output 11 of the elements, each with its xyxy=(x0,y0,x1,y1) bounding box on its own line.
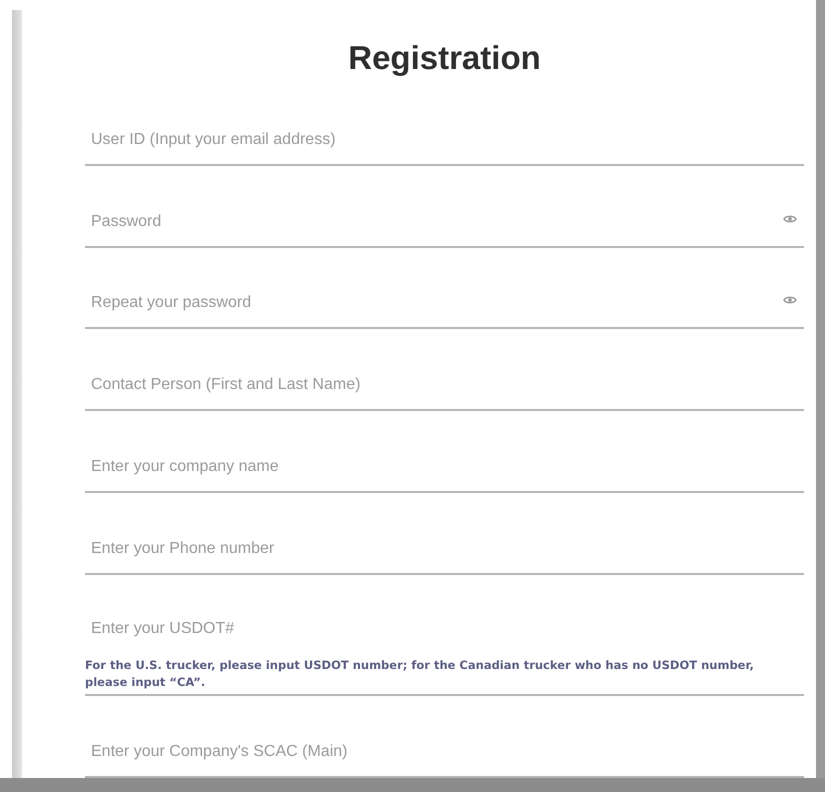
input-field[interactable]: Enter your Phone number xyxy=(85,536,804,575)
input-field[interactable]: Contact Person (First and Last Name) xyxy=(85,373,804,412)
eye-icon[interactable] xyxy=(783,295,797,306)
field-hint: For the U.S. trucker, please input USDOT number; for the Canadian trucker who has no USDOT number, please input “CA”. xyxy=(85,657,755,692)
input-field[interactable]: Repeat your password xyxy=(85,291,804,330)
form-title: Registration xyxy=(347,38,542,78)
input-field[interactable]: Password xyxy=(85,210,804,248)
input-field[interactable]: Enter your USDOT# xyxy=(85,617,804,658)
eye-icon[interactable] xyxy=(783,214,797,224)
input-field[interactable]: Enter your company name xyxy=(85,454,804,493)
input-field[interactable]: User ID (Input your email address) xyxy=(85,128,804,166)
